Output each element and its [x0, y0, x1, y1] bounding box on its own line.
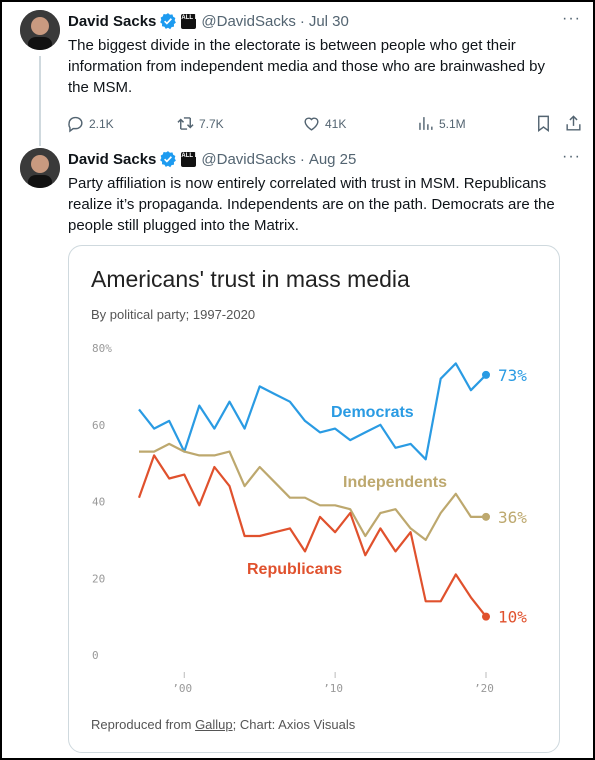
author-handle[interactable]: @DavidSacks	[201, 13, 295, 30]
series-line-independents	[139, 442, 486, 541]
thread-connector	[39, 56, 41, 146]
tweet-header: David Sacks ALL IN @DavidSacks · Jul 30	[68, 10, 349, 32]
y-tick-label: 60	[92, 419, 105, 432]
series-label-republicans: Republicans	[247, 561, 342, 578]
tweet-text-line: people still plugged into the Matrix.	[68, 217, 299, 234]
tweet-date[interactable]: Aug 25	[309, 151, 357, 168]
heart-icon	[304, 117, 319, 131]
reply-icon	[68, 116, 83, 133]
x-tick-label: ’00	[172, 682, 192, 695]
separator-dot: ·	[299, 150, 305, 168]
x-tick-label: ’20	[474, 682, 494, 695]
source-suffix: ; Chart: Axios Visuals	[232, 717, 356, 732]
series-end-label-republicans: 10%	[498, 608, 527, 627]
series-label-democrats: Democrats	[331, 404, 414, 421]
tweet-2[interactable]: David Sacks ALL IN @DavidSacks · Aug 25 …	[20, 148, 585, 238]
tweet-text: The biggest divide in the electorate is …	[68, 35, 578, 98]
bookmark-icon	[538, 115, 549, 133]
tweet-text-line: realize it’s propaganda. Independents ar…	[68, 196, 555, 213]
bookmark-button[interactable]	[534, 114, 557, 133]
y-tick-label: 20	[92, 572, 105, 585]
source-prefix: Reproduced from	[91, 717, 196, 732]
like-count: 41K	[325, 116, 347, 131]
series-end-point-independents	[482, 512, 490, 521]
share-button[interactable]	[564, 114, 587, 133]
avatar[interactable]	[20, 10, 60, 50]
author-handle[interactable]: @DavidSacks	[201, 151, 295, 168]
y-tick-label: 0	[92, 649, 99, 662]
views-count: 5.1M	[439, 116, 466, 131]
tweet-text-line: information from independent media and t…	[68, 58, 545, 75]
author-name[interactable]: David Sacks	[68, 13, 156, 30]
series-end-point-democrats	[482, 370, 490, 379]
repost-count: 7.7K	[199, 116, 224, 131]
views-icon	[419, 117, 433, 130]
repost-button[interactable]: 7.7K	[176, 114, 224, 133]
series-line-democrats	[138, 362, 487, 461]
x-tick-label: ’10	[323, 682, 343, 695]
reply-count: 2.1K	[89, 116, 114, 131]
tweet-text-line: The biggest divide in the electorate is …	[68, 37, 516, 54]
views-button[interactable]: 5.1M	[416, 114, 466, 133]
chart-image-card[interactable]: Americans' trust in mass media By politi…	[68, 245, 560, 753]
more-icon[interactable]: ···	[562, 148, 581, 166]
like-button[interactable]: 41K	[302, 114, 346, 133]
gallup-link[interactable]: Gallup	[195, 717, 233, 732]
avatar[interactable]	[20, 148, 60, 188]
share-icon	[566, 115, 581, 131]
separator-dot: ·	[299, 12, 305, 30]
tweet-date[interactable]: Jul 30	[309, 13, 349, 30]
series-end-point-republicans	[482, 612, 490, 621]
chart-source: Reproduced from Gallup; Chart: Axios Vis…	[91, 717, 355, 732]
trust-line-chart: 80% 60 40 20 0 ’00 ’10 ’20 73% Democrats 36% Indepe…	[92, 342, 527, 695]
series-label-independents: Independents	[343, 474, 447, 491]
tweet-text-line: Party affiliation is now entirely correl…	[68, 175, 547, 192]
affiliate-badge-icon[interactable]: ALL IN	[181, 151, 201, 167]
tweet-1[interactable]: David Sacks ALL IN @DavidSacks · Jul 30 …	[20, 10, 585, 146]
author-name[interactable]: David Sacks	[68, 151, 156, 168]
tweet-text-line: the MSM.	[68, 79, 133, 96]
affiliate-badge-icon[interactable]: ALL IN	[181, 13, 201, 29]
verified-badge-icon	[160, 151, 177, 168]
tweet-actions: 2.1K 7.7K 41K 5.1M	[66, 114, 586, 138]
reply-button[interactable]: 2.1K	[66, 114, 114, 133]
y-tick-label: 80%	[92, 342, 112, 355]
y-tick-label: 40	[92, 496, 105, 509]
tweet-header: David Sacks ALL IN @DavidSacks · Aug 25	[68, 148, 356, 170]
tweet-text: Party affiliation is now entirely correl…	[68, 173, 578, 236]
repost-icon	[177, 117, 194, 130]
series-end-label-democrats: 73%	[498, 366, 527, 385]
series-end-label-independents: 36%	[498, 508, 527, 527]
more-icon[interactable]: ···	[562, 10, 581, 28]
verified-badge-icon	[160, 13, 177, 30]
